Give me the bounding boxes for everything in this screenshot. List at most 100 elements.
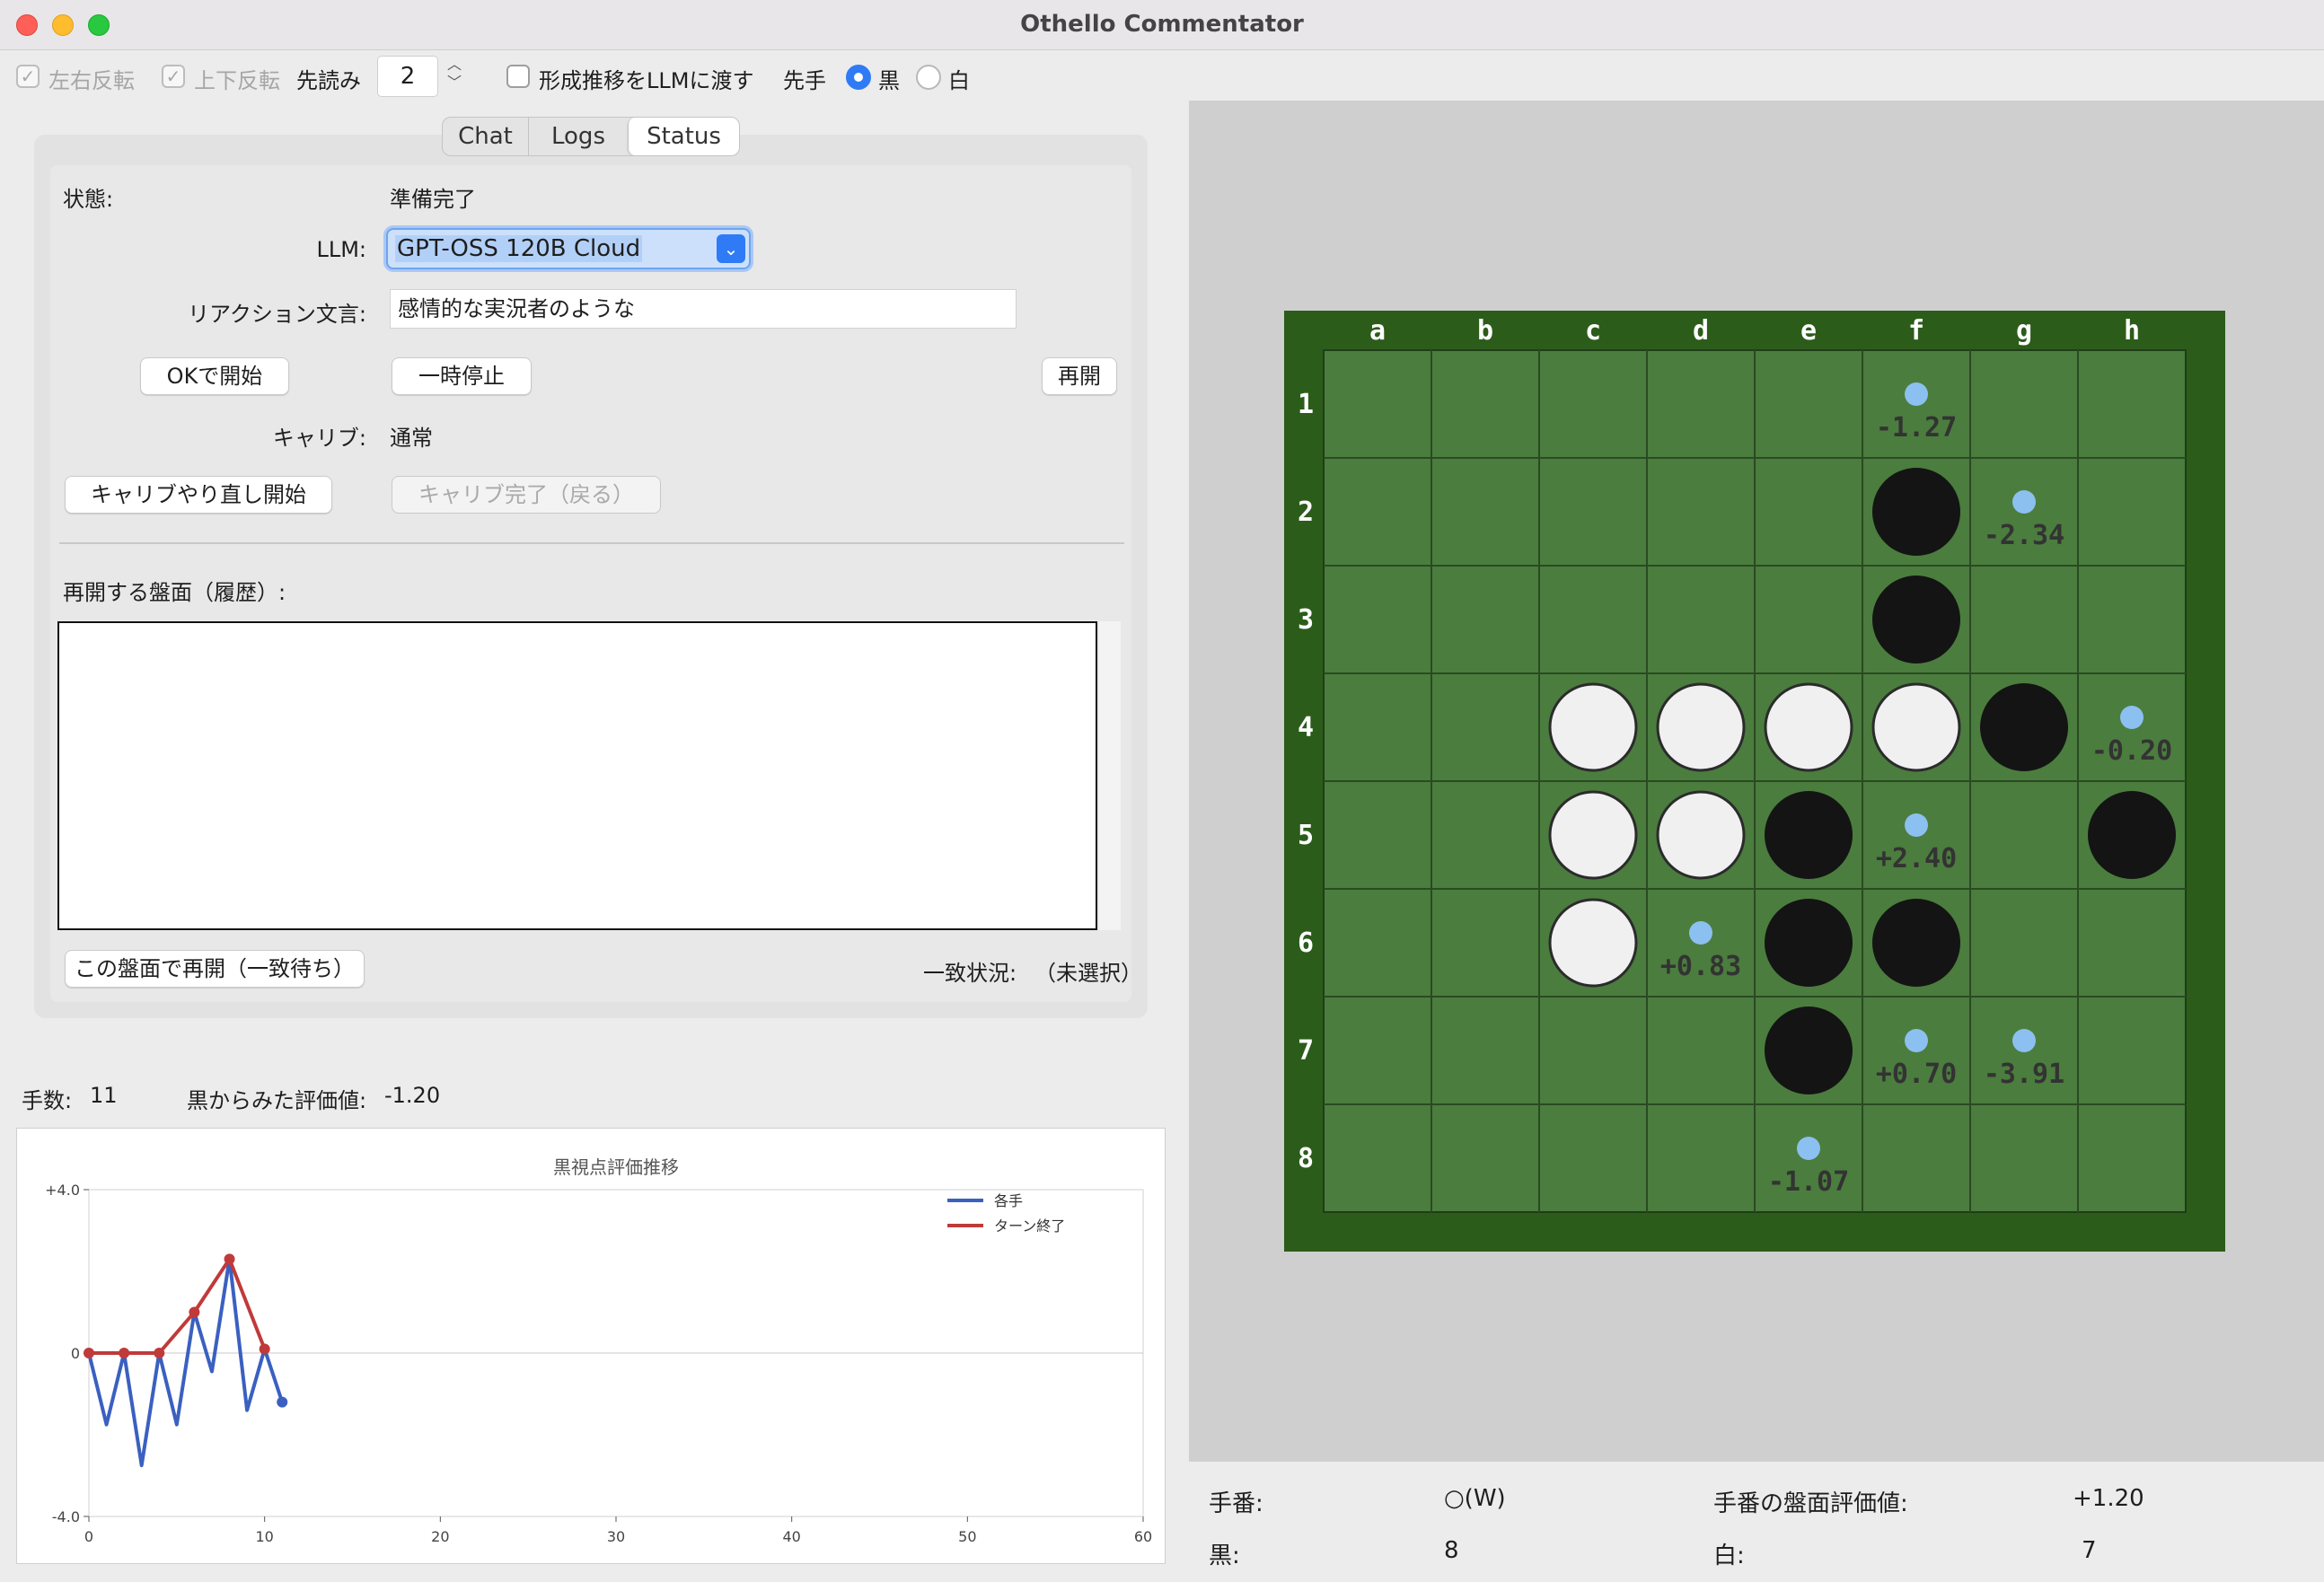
tab-bar: Chat Logs Status <box>442 117 740 156</box>
data-point <box>119 1348 130 1358</box>
white-radio-label: 白 <box>948 68 970 93</box>
first-player-label: 先手 <box>783 68 826 93</box>
calib-label: キャリブ: <box>272 426 366 451</box>
row-label-2: 2 <box>1298 497 1314 528</box>
move-hint-dot-e8 <box>1797 1137 1820 1160</box>
move-hint-dot-f1 <box>1905 382 1928 406</box>
move-hint-value-d6: +0.83 <box>1660 951 1741 982</box>
move-hint-dot-d6 <box>1689 921 1712 945</box>
data-point <box>154 1348 165 1358</box>
tab-chat[interactable]: Chat <box>443 118 529 155</box>
chevron-down-icon: ﹀ <box>446 74 462 91</box>
resume-button[interactable]: 再開 <box>1042 357 1117 395</box>
row-label-5: 5 <box>1298 820 1314 851</box>
llm-label: LLM: <box>316 237 366 262</box>
white-disc-c6 <box>1548 898 1638 988</box>
row-label-6: 6 <box>1298 927 1314 959</box>
turn-value: ○(W) <box>1444 1485 1506 1512</box>
data-point <box>224 1253 235 1265</box>
tab-logs[interactable]: Logs <box>529 118 628 155</box>
move-hint-value-f1: -1.27 <box>1876 412 1957 444</box>
black-disc-e7 <box>1765 1006 1853 1094</box>
moves-label: 手数: <box>22 1088 73 1113</box>
move-hint-dot-f7 <box>1905 1029 1928 1052</box>
white-disc-c4 <box>1548 682 1638 772</box>
flip-lr-label: 左右反転 <box>48 68 135 93</box>
othello-board[interactable]: a b c d e f g h 1 2 3 4 5 6 7 8 -1.27 -2.34 -0.20 +2.40 +0.8… <box>1189 101 2324 1462</box>
y-tick-label: +4.0 <box>45 1182 80 1199</box>
moves-value: 11 <box>90 1083 118 1108</box>
eval-chart-panel: 黒視点評価推移 +4.0 0 -4.0 0 10 20 30 40 50 60 各手 ターン終了 <box>16 1128 1166 1564</box>
flip-lr-checkbox[interactable]: ✓ <box>16 65 40 88</box>
black-disc-g4 <box>1980 683 2068 771</box>
row-label-7: 7 <box>1298 1035 1314 1067</box>
flip-ud-checkbox[interactable]: ✓ <box>162 65 185 88</box>
resume-board-button[interactable]: この盤面で再開（一致待ち） <box>65 950 365 988</box>
row-label-1: 1 <box>1298 389 1314 420</box>
white-disc-d5 <box>1656 790 1746 880</box>
pass-history-checkbox[interactable] <box>506 65 530 88</box>
tab-status[interactable]: Status <box>628 118 739 155</box>
black-count-value: 8 <box>1444 1537 1459 1564</box>
white-disc-f4 <box>1871 682 1961 772</box>
black-disc-e6 <box>1765 899 1853 987</box>
history-scrollbar[interactable] <box>1099 621 1121 930</box>
column-label-b: b <box>1477 315 1493 347</box>
black-disc-f3 <box>1872 576 1960 664</box>
state-value: 準備完了 <box>390 187 476 212</box>
turn-eval-value: +1.20 <box>2073 1485 2144 1512</box>
lookahead-stepper[interactable]: ︿ ﹀ <box>444 56 465 95</box>
white-disc-d4 <box>1656 682 1746 772</box>
chevron-down-icon: ⌄ <box>717 234 745 263</box>
move-hint-dot-h4 <box>2120 706 2144 729</box>
eval-chart: 黒視点評価推移+4.00-4.00 10 20 30 40 50 60各手ターン終了 <box>45 1156 1152 1545</box>
eval-label: 黒からみた評価値: <box>187 1088 367 1113</box>
pause-button[interactable]: 一時停止 <box>392 357 532 395</box>
x-tick-label: 0 <box>84 1528 93 1545</box>
move-hint-value-g2: -2.34 <box>1984 520 2064 551</box>
move-hint-value-g7: -3.91 <box>1984 1059 2064 1090</box>
llm-selected-value: GPT-OSS 120B Cloud <box>395 235 643 262</box>
board-area: a b c d e f g h 1 2 3 4 5 6 7 8 -1.27 -2.34 -0.20 +2.40 +0.8… <box>1189 101 2324 1462</box>
row-label-8: 8 <box>1298 1143 1314 1174</box>
black-first-radio[interactable] <box>846 65 871 90</box>
lookahead-input[interactable]: 2 <box>377 56 438 97</box>
series-line-each-move <box>87 1257 285 1468</box>
match-label: 一致状況: <box>923 961 1017 986</box>
x-tick-label: 30 <box>607 1528 625 1545</box>
move-hint-value-e8: -1.07 <box>1768 1166 1849 1198</box>
data-point <box>189 1306 200 1318</box>
chart-title: 黒視点評価推移 <box>553 1156 679 1178</box>
state-label: 状態: <box>63 187 114 212</box>
white-first-radio[interactable] <box>916 65 941 90</box>
data-point <box>84 1348 94 1358</box>
column-label-a: a <box>1369 315 1386 347</box>
checkmark-icon: ✓ <box>165 66 181 87</box>
calib-value: 通常 <box>390 426 433 451</box>
move-hint-dot-g7 <box>2012 1029 2036 1052</box>
move-hint-value-f5: +2.40 <box>1876 843 1957 874</box>
row-label-3: 3 <box>1298 604 1314 636</box>
column-label-f: f <box>1908 315 1924 347</box>
calib-done-button: キャリブ完了（戻る） <box>392 476 661 514</box>
move-hint-dot-f5 <box>1905 813 1928 837</box>
column-label-c: c <box>1585 315 1601 347</box>
chevron-up-icon: ︿ <box>446 56 462 73</box>
match-value: （未選択） <box>1034 961 1142 986</box>
move-hint-dot-g2 <box>2012 490 2036 514</box>
history-list[interactable] <box>57 621 1097 930</box>
black-count-label: 黒: <box>1209 1542 1240 1569</box>
turn-label: 手番: <box>1209 1490 1263 1517</box>
reaction-input[interactable]: 感情的な実況者のような <box>390 289 1017 329</box>
recalib-button[interactable]: キャリブやり直し開始 <box>65 476 332 514</box>
move-hint-value-h4: -0.20 <box>2091 735 2172 767</box>
row-label-4: 4 <box>1298 712 1314 743</box>
black-disc-f6 <box>1872 899 1960 987</box>
move-hint-value-f7: +0.70 <box>1876 1059 1957 1090</box>
legend-label: 各手 <box>994 1192 1023 1209</box>
reaction-label: リアクション文言: <box>188 302 366 327</box>
llm-select[interactable]: GPT-OSS 120B Cloud ⌄ <box>386 228 751 269</box>
pass-history-label: 形成推移をLLMに渡す <box>539 68 754 93</box>
start-button[interactable]: OKで開始 <box>140 357 289 395</box>
section-divider <box>59 542 1124 544</box>
